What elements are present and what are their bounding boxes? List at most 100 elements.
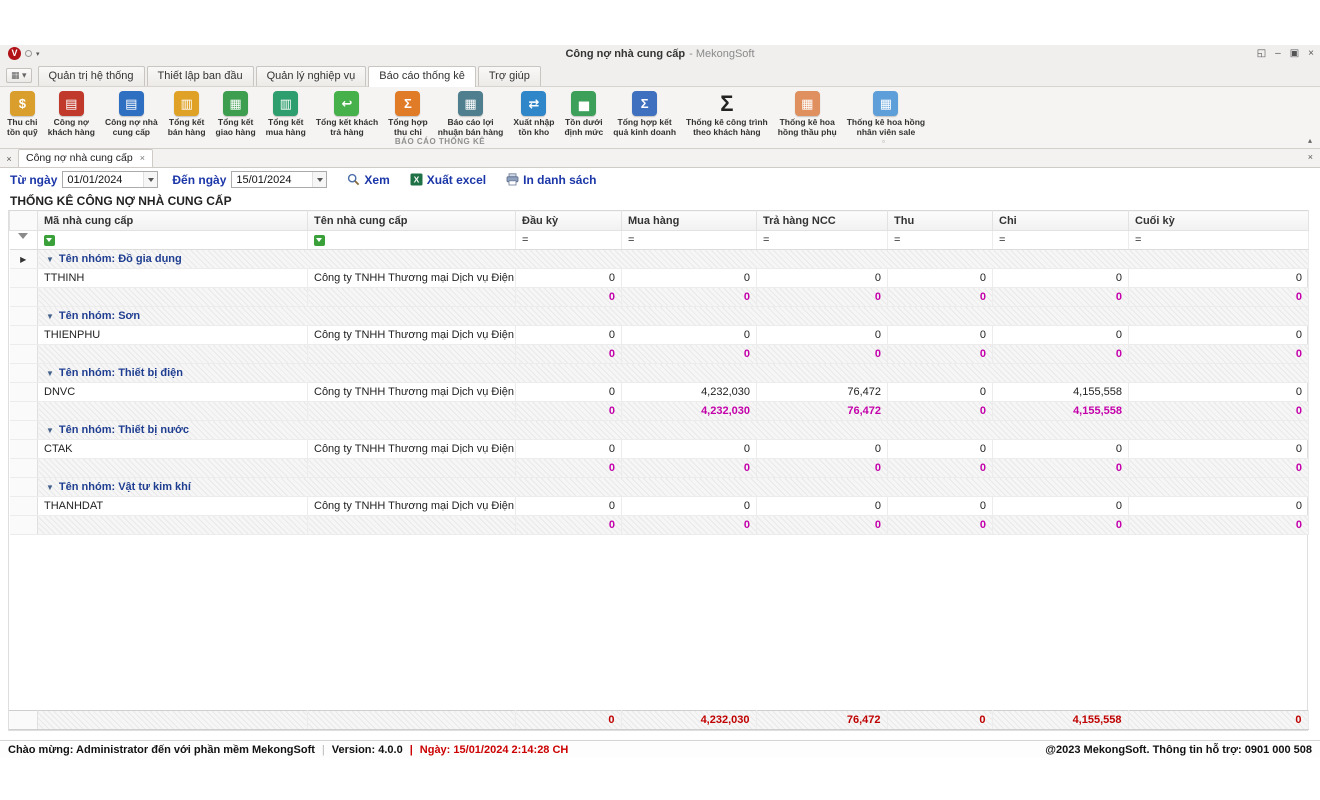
- supplier-code: THANHDAT: [38, 497, 308, 516]
- column-header-ma-ncc[interactable]: Mã nhà cung cấp: [38, 211, 308, 231]
- ribbon-item-hoa-hong-thau-phu[interactable]: ▦ Thống kê hoahồng thầu phụ: [773, 90, 842, 139]
- ribbon-item-xuat-nhap-ton-kho[interactable]: ⇄ Xuất nhậptồn kho: [508, 90, 559, 139]
- sales-profit-report-icon: ▦: [458, 91, 483, 116]
- group-header-row[interactable]: ▼ Tên nhóm: Thiết bị nước: [10, 421, 1309, 440]
- ribbon-item-tong-hop-thu-chi[interactable]: Σ Tổng hợpthu chi: [383, 90, 433, 139]
- filter-cell-tra-hang[interactable]: =: [757, 231, 888, 250]
- spacer: [0, 731, 1320, 740]
- quick-access-dropdown-icon[interactable]: ▾: [36, 50, 40, 58]
- ribbon-item-tong-ket-khach-tra-hang[interactable]: ↩ Tổng kết kháchtrả hàng: [311, 90, 383, 139]
- supplier-row[interactable]: THANHDAT Công ty TNHH Thương mại Dịch vụ…: [10, 497, 1309, 516]
- document-tab-bar: × Công nợ nhà cung cấp × ×: [0, 149, 1320, 168]
- column-header-thu[interactable]: Thu: [888, 211, 993, 231]
- close-icon[interactable]: ×: [1308, 46, 1314, 61]
- filter-icon[interactable]: [314, 235, 325, 246]
- sales-summary-book-icon: ▥: [174, 91, 199, 116]
- view-button[interactable]: Xem: [347, 173, 389, 187]
- total-dau-ky: 0: [515, 711, 621, 730]
- filter-cell-name[interactable]: [308, 231, 516, 250]
- group-header-row[interactable]: ▶ ▼Tên nhóm: Đồ gia dụng: [10, 250, 1309, 269]
- group-name: Tên nhóm: Thiết bị nước: [59, 424, 189, 436]
- menu-tab-thiet-lap-ban-dau[interactable]: Thiết lập ban đầu: [147, 66, 254, 86]
- tab-close-icon[interactable]: ×: [140, 153, 145, 163]
- welcome-text: Chào mừng: Administrator đến với phần mề…: [8, 744, 315, 756]
- supplier-row[interactable]: CTAK Công ty TNHH Thương mại Dịch vụ Điệ…: [10, 440, 1309, 459]
- chevron-down-icon[interactable]: [312, 172, 326, 187]
- ribbon-item-tong-ket-ban-hang[interactable]: ▥ Tổng kếtbán hàng: [163, 90, 211, 139]
- collapse-group-icon[interactable]: ▼: [46, 426, 54, 435]
- auto-filter-row: = = = = = =: [10, 231, 1309, 250]
- group-header-row[interactable]: ▼Tên nhóm: Vật tư kim khí: [10, 478, 1309, 497]
- filter-cell-dau-ky[interactable]: =: [516, 231, 622, 250]
- ribbon-toolbar: $ Thu chitồn quỹ ▤ Công nợkhách hàng ▤ C…: [0, 87, 1320, 137]
- ribbon-item-thu-chi-ton-quy[interactable]: $ Thu chitồn quỹ: [2, 90, 43, 139]
- column-header-ten-ncc[interactable]: Tên nhà cung cấp: [308, 211, 516, 231]
- group-subtotal-row: 0 0 0 0 0 0: [10, 345, 1309, 364]
- close-all-tabs-icon[interactable]: ×: [0, 154, 18, 167]
- supplier-name: Công ty TNHH Thương mại Dịch vụ Điện nướ…: [308, 497, 516, 516]
- ribbon-item-cong-no-nha-cung-cap[interactable]: ▤ Công nợ nhàcung cấp: [100, 90, 163, 139]
- menu-tab-bao-cao-thong-ke[interactable]: Báo cáo thống kê: [368, 66, 476, 87]
- window-title: Công nợ nhà cung cấp: [565, 48, 685, 60]
- project-statistics-sigma-icon: Σ: [714, 91, 739, 116]
- group-subtotal-row: 0 0 0 0 0 0: [10, 288, 1309, 307]
- ribbon-collapse-icon[interactable]: ▴: [1308, 136, 1312, 145]
- supplier-code: TTHINH: [38, 269, 308, 288]
- supplier-row[interactable]: THIENPHU Công ty TNHH Thương mại Dịch vụ…: [10, 326, 1309, 345]
- ribbon-item-cong-no-khach-hang[interactable]: ▤ Công nợkhách hàng: [43, 90, 100, 139]
- ribbon-customize-icon[interactable]: ▫: [882, 137, 885, 146]
- restore-icon[interactable]: ▣: [1290, 46, 1299, 61]
- tabbar-close-icon[interactable]: ×: [1308, 152, 1313, 162]
- group-subtotal-row: 0 0 0 0 0 0: [10, 459, 1309, 478]
- column-header-dau-ky[interactable]: Đầu kỳ: [516, 211, 622, 231]
- supplier-row[interactable]: DNVC Công ty TNHH Thương mại Dịch vụ Điệ…: [10, 383, 1309, 402]
- filter-cell-cuoi-ky[interactable]: =: [1129, 231, 1309, 250]
- filter-cell-code[interactable]: [38, 231, 308, 250]
- support-text: @2023 MekongSoft. Thông tin hỗ trợ: 0901…: [1045, 744, 1312, 756]
- app-logo: V: [8, 47, 21, 60]
- ribbon-item-tong-hop-ket-qua-kinh-doanh[interactable]: Σ Tổng hợp kếtquả kinh doanh: [608, 90, 681, 139]
- search-icon: [347, 173, 360, 186]
- ribbon-item-ton-duoi-dinh-muc[interactable]: ▅ Tồn dướiđịnh mức: [559, 90, 608, 139]
- ribbon-item-tong-ket-giao-hang[interactable]: ▦ Tổng kếtgiao hàng: [211, 90, 261, 139]
- stock-in-out-icon: ⇄: [521, 91, 546, 116]
- ribbon-item-hoa-hong-nhan-vien-sale[interactable]: ▦ Thống kê hoa hồngnhân viên sale: [842, 90, 930, 139]
- from-date-input[interactable]: 01/01/2024: [62, 171, 158, 188]
- export-excel-button[interactable]: X Xuất excel: [410, 173, 486, 187]
- chevron-down-icon[interactable]: [143, 172, 157, 187]
- filter-cell-thu[interactable]: =: [888, 231, 993, 250]
- supplier-row[interactable]: TTHINH Công ty TNHH Thương mại Dịch vụ Đ…: [10, 269, 1309, 288]
- cell-dau-ky: 0: [516, 269, 622, 288]
- ribbon-item-tong-ket-mua-hang[interactable]: ▥ Tổng kếtmua hàng: [261, 90, 311, 139]
- menu-tab-tro-giup[interactable]: Trợ giúp: [478, 66, 541, 86]
- group-header-row[interactable]: ▼Tên nhóm: Thiết bị điện: [10, 364, 1309, 383]
- ribbon-item-thong-ke-cong-trinh[interactable]: Σ Thống kê công trìnhtheo khách hàng: [681, 90, 773, 139]
- column-header-mua-hang[interactable]: Mua hàng: [622, 211, 757, 231]
- collapse-group-icon[interactable]: ▼: [46, 312, 54, 321]
- fullscreen-icon[interactable]: ◱: [1257, 46, 1266, 61]
- supplier-name: Công ty TNHH Thương mại Dịch vụ Điện nướ…: [308, 383, 516, 402]
- ribbon-item-bao-cao-loi-nhuan[interactable]: ▦ Báo cáo lợinhuận bán hàng: [433, 90, 509, 139]
- minimize-icon[interactable]: –: [1275, 46, 1281, 61]
- group-name: Tên nhóm: Đồ gia dụng: [59, 253, 182, 265]
- menu-tab-quan-ly-nghiep-vu[interactable]: Quản lý nghiệp vụ: [256, 66, 367, 86]
- column-header-chi[interactable]: Chi: [993, 211, 1129, 231]
- ribbon-group-label: BÁO CÁO THỐNG KÊ: [395, 137, 485, 146]
- group-header-row[interactable]: ▼Tên nhóm: Sơn: [10, 307, 1309, 326]
- collapse-group-icon[interactable]: ▼: [46, 255, 54, 264]
- menu-bar: ▦ ▾ Quản trị hệ thống Thiết lập ban đầu …: [0, 63, 1320, 87]
- menu-tab-quan-tri-he-thong[interactable]: Quản trị hệ thống: [38, 66, 145, 86]
- print-list-button[interactable]: In danh sách: [506, 173, 596, 187]
- filter-cell-chi[interactable]: =: [993, 231, 1129, 250]
- to-date-input[interactable]: 15/01/2024: [231, 171, 327, 188]
- filter-icon[interactable]: [44, 235, 55, 246]
- customer-returns-arrow-icon: ↩: [334, 91, 359, 116]
- app-menu-button[interactable]: ▦ ▾: [6, 68, 32, 83]
- collapse-group-icon[interactable]: ▼: [46, 483, 54, 492]
- column-header-tra-hang-ncc[interactable]: Trả hàng NCC: [757, 211, 888, 231]
- document-tab-cong-no-nha-cung-cap[interactable]: Công nợ nhà cung cấp ×: [18, 149, 153, 167]
- column-header-cuoi-ky[interactable]: Cuối kỳ: [1129, 211, 1309, 231]
- printer-icon: [506, 173, 519, 186]
- filter-cell-mua-hang[interactable]: =: [622, 231, 757, 250]
- collapse-group-icon[interactable]: ▼: [46, 369, 54, 378]
